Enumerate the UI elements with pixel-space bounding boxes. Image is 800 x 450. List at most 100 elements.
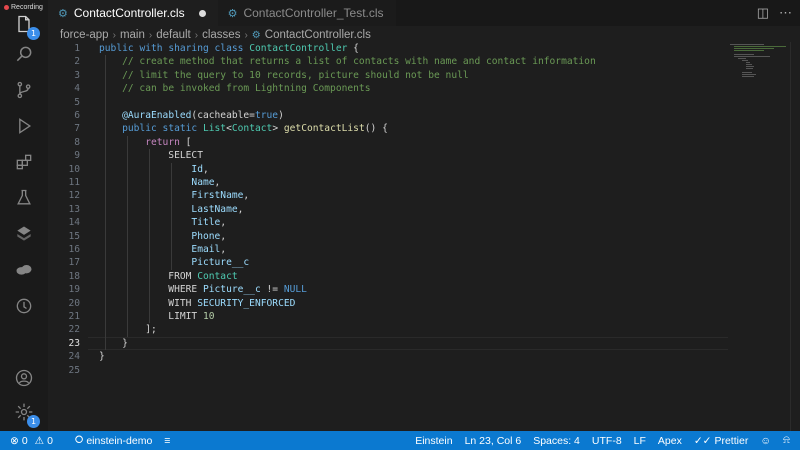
code-text: FROM Contact: [99, 270, 238, 282]
search-icon[interactable]: [12, 42, 36, 66]
cursor-position[interactable]: Ln 23, Col 6: [459, 431, 528, 450]
recording-label: Recording: [11, 4, 43, 11]
code-text: return [: [145, 136, 192, 148]
unsaved-dot-icon[interactable]: [198, 9, 206, 17]
breadcrumb-item[interactable]: force-app: [60, 29, 109, 41]
code-line[interactable]: 2 // create method that returns a list o…: [48, 55, 728, 68]
line-number: 24: [68, 351, 80, 363]
code-text: WITH SECURITY_ENFORCED: [99, 297, 296, 309]
line-number: 25: [68, 364, 80, 376]
breadcrumb-item[interactable]: ContactController.cls: [265, 29, 371, 41]
code-line[interactable]: 13 LastName,: [48, 203, 728, 216]
code-line[interactable]: 21 LIMIT 10: [48, 310, 728, 323]
tab-label: ContactController_Test.cls: [243, 6, 384, 20]
code-line[interactable]: 18 FROM Contact: [48, 270, 728, 283]
code-line[interactable]: 7 public static List<Contact> getContact…: [48, 122, 728, 135]
breadcrumb-item[interactable]: main: [120, 29, 145, 41]
code-text: Picture__c: [191, 257, 250, 269]
org-browser-icon[interactable]: [12, 222, 36, 246]
problems-indicator[interactable]: ⊗ 0 ⚠ 0: [0, 431, 59, 450]
tab-label: ContactController.cls: [73, 6, 185, 20]
code-line[interactable]: 5: [48, 96, 728, 109]
line-number: 5: [74, 96, 80, 108]
editor-tab-bar: ⚙ ContactController.cls ⚙ ContactControl…: [48, 0, 800, 26]
breadcrumb-item[interactable]: classes: [202, 29, 240, 41]
explorer-badge: 1: [27, 27, 40, 40]
code-text: @AuraEnabled(cacheable=true): [122, 110, 284, 121]
code-line[interactable]: 11 Name,: [48, 176, 728, 189]
code-line[interactable]: 24}: [48, 350, 728, 363]
default-org[interactable]: ⭘ einstein-demo: [69, 431, 158, 450]
chevron-right-icon: ›: [112, 29, 116, 41]
error-icon: ⊗: [10, 434, 19, 447]
accounts-icon[interactable]: [12, 366, 36, 390]
code-line[interactable]: 20 WITH SECURITY_ENFORCED: [48, 297, 728, 310]
tab-contact-controller[interactable]: ⚙ ContactController.cls: [48, 0, 218, 26]
prettier-status[interactable]: ✓✓ Prettier: [688, 431, 754, 450]
run-debug-icon[interactable]: [12, 114, 36, 138]
code-line[interactable]: 12 FirstName,: [48, 189, 728, 202]
notifications-bell-icon[interactable]: ⍾: [777, 431, 796, 450]
line-number: 20: [68, 297, 80, 309]
code-line[interactable]: 15 Phone,: [48, 230, 728, 243]
code-line[interactable]: 23 }: [48, 337, 728, 350]
code-editor[interactable]: 1 public with sharing class ContactContro…: [48, 42, 728, 431]
code-line[interactable]: 3 // limit the query to 10 records, pict…: [48, 69, 728, 82]
source-control-icon[interactable]: [12, 78, 36, 102]
line-number: 6: [74, 110, 80, 121]
code-line[interactable]: 25: [48, 364, 728, 377]
code-text: FirstName,: [191, 190, 250, 202]
code-text: Title,: [191, 217, 227, 229]
line-number: 19: [68, 284, 80, 296]
line-number: 15: [68, 230, 80, 242]
breadcrumb-item[interactable]: default: [156, 29, 191, 41]
code-line[interactable]: 9 SELECT: [48, 149, 728, 162]
code-line[interactable]: 19 WHERE Picture__c != NULL: [48, 283, 728, 296]
einstein-status[interactable]: Einstein: [409, 431, 458, 450]
code-text: SELECT: [99, 150, 203, 162]
line-number: 16: [68, 244, 80, 255]
activity-bar: Recording 1 1: [0, 0, 48, 431]
task-list-icon[interactable]: ≡: [158, 431, 176, 450]
recording-indicator: Recording: [4, 4, 43, 11]
warning-icon: ⚠: [34, 434, 45, 447]
code-line[interactable]: 17 Picture__c: [48, 256, 728, 269]
code-text: }: [99, 351, 105, 363]
breadcrumb: force-app › main › default › classes › ⚙…: [60, 27, 371, 43]
code-line[interactable]: 6 @AuraEnabled(cacheable=true): [48, 109, 728, 122]
line-number: 22: [68, 324, 80, 336]
language-mode[interactable]: Apex: [652, 431, 688, 450]
status-bar: ⊗ 0 ⚠ 0 ⭘ einstein-demo ≡ Einstein Ln 23…: [0, 431, 800, 450]
code-line[interactable]: 8 return [: [48, 136, 728, 149]
code-text: public static List<Contact> getContactLi…: [122, 123, 388, 135]
code-text: // can be invoked from Lightning Compone…: [122, 83, 371, 95]
code-line[interactable]: 22 ];: [48, 323, 728, 336]
tab-contact-controller-test[interactable]: ⚙ ContactController_Test.cls: [217, 0, 396, 26]
line-number: 12: [68, 190, 80, 202]
salesforce-cloud-icon[interactable]: [12, 258, 36, 282]
minimap[interactable]: [728, 42, 788, 82]
code-line[interactable]: 14 Title,: [48, 216, 728, 229]
einstein-icon[interactable]: [12, 294, 36, 318]
encoding[interactable]: UTF-8: [586, 431, 628, 450]
end-of-line[interactable]: LF: [628, 431, 652, 450]
error-count: 0: [21, 434, 28, 447]
code-line[interactable]: 10 Id,: [48, 163, 728, 176]
explorer-icon[interactable]: 1: [12, 12, 40, 40]
chevron-right-icon: ›: [194, 29, 199, 41]
testing-flask-icon[interactable]: [12, 186, 36, 210]
settings-gear-icon[interactable]: 1: [12, 400, 40, 428]
settings-badge: 1: [27, 415, 40, 428]
more-actions-icon[interactable]: ⋯: [779, 5, 792, 21]
vertical-scrollbar[interactable]: [790, 42, 800, 431]
code-text: Email,: [191, 244, 227, 255]
code-line[interactable]: 16 Email,: [48, 243, 728, 256]
extensions-icon[interactable]: [12, 150, 36, 174]
indentation[interactable]: Spaces: 4: [527, 431, 586, 450]
check-double-icon: ✓✓: [693, 434, 712, 447]
editor-actions: ◫ ⋯: [757, 5, 792, 21]
feedback-icon[interactable]: ☺: [754, 431, 777, 450]
code-line[interactable]: 4 // can be invoked from Lightning Compo…: [48, 82, 728, 95]
split-editor-icon[interactable]: ◫: [757, 5, 769, 21]
code-line[interactable]: 1 public with sharing class ContactContro…: [48, 42, 728, 55]
